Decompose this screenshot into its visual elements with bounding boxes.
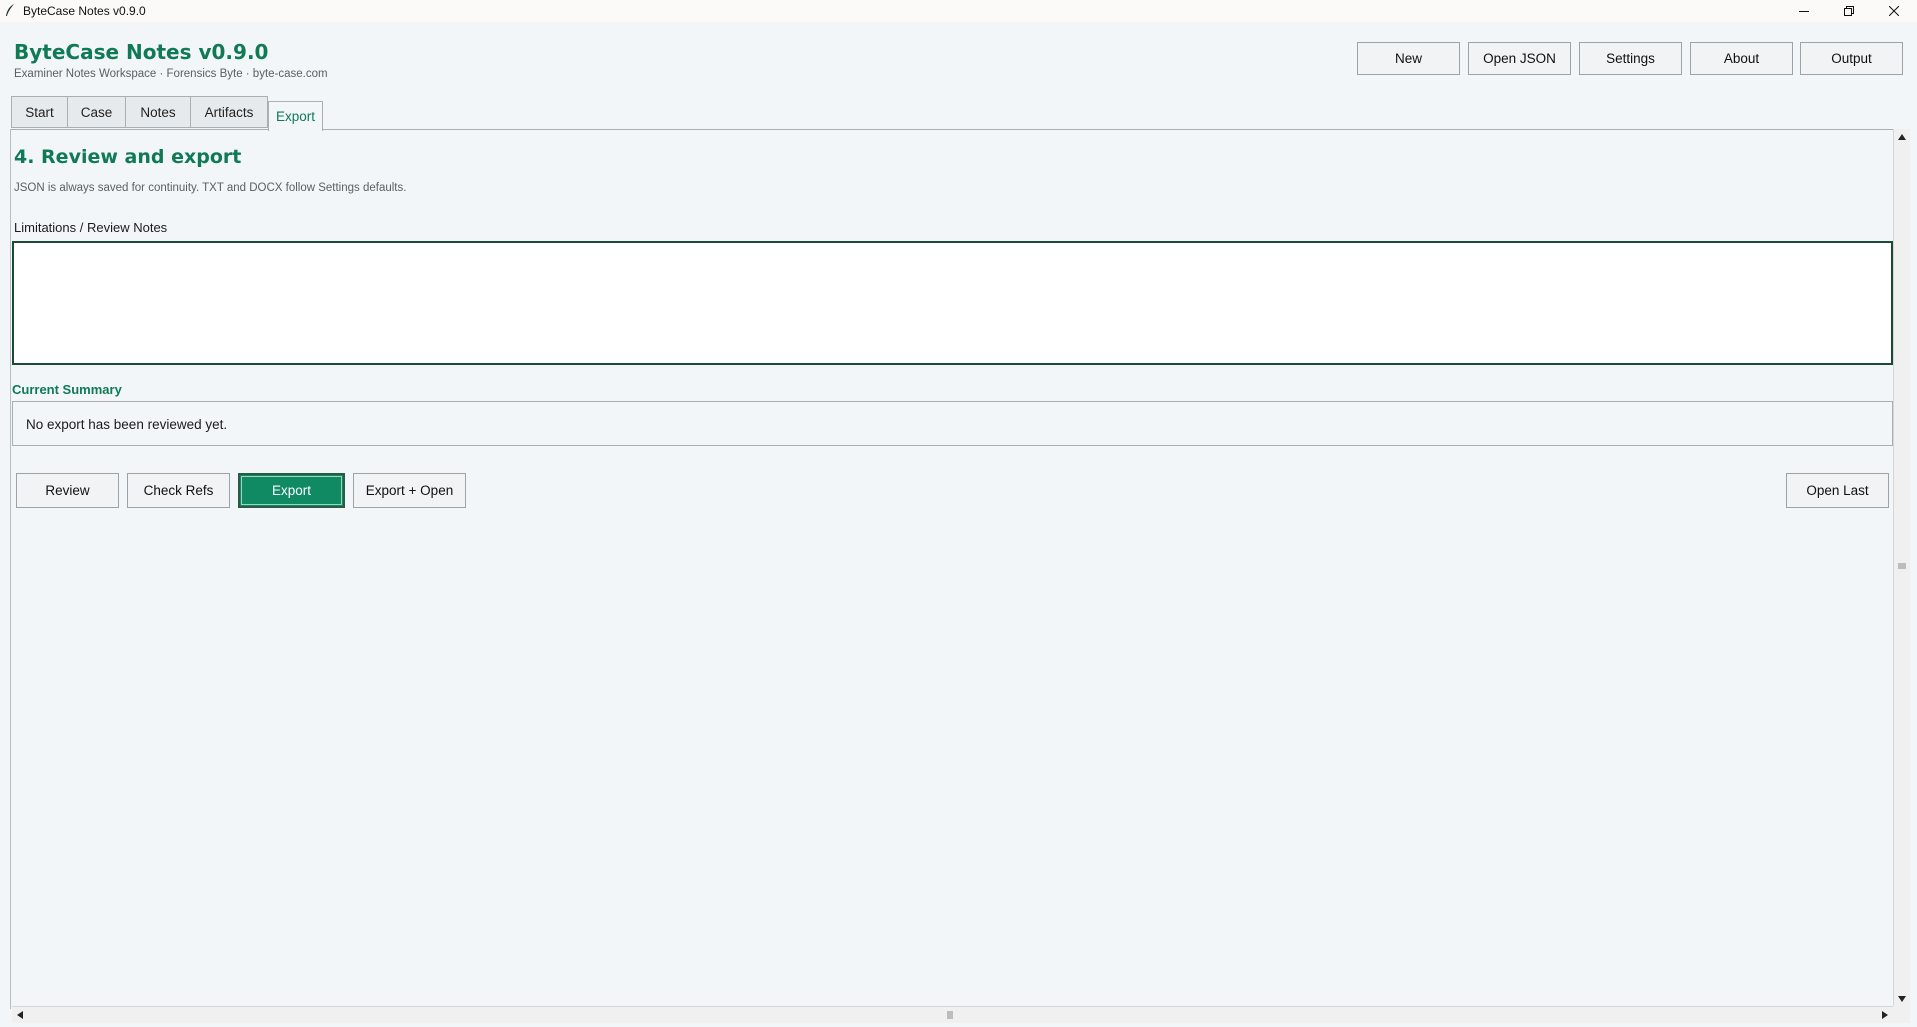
minimize-button[interactable] [1781,0,1827,22]
review-button[interactable]: Review [16,473,119,508]
restore-icon [1844,6,1854,16]
scroll-left-arrow[interactable] [12,1007,28,1023]
app-subtitle: Examiner Notes Workspace · Forensics Byt… [14,68,328,80]
panel-border [10,129,11,1009]
horizontal-scrollbar[interactable] [12,1006,1893,1023]
scroll-down-arrow[interactable] [1894,991,1910,1007]
export-button[interactable]: Export [238,473,345,508]
settings-button[interactable]: Settings [1579,42,1682,75]
window-title: ByteCase Notes v0.9.0 [23,4,146,18]
minimize-icon [1799,11,1809,12]
vertical-scrollbar[interactable] [1893,129,1910,1007]
review-notes-textarea[interactable] [12,241,1893,365]
close-icon [1889,6,1899,16]
triangle-down-icon [1898,996,1906,1002]
section-description: JSON is always saved for continuity. TXT… [14,182,407,194]
review-notes-label: Limitations / Review Notes [14,220,168,235]
app-title: ByteCase Notes v0.9.0 [14,40,269,64]
quill-icon [6,4,14,16]
new-button[interactable]: New [1357,42,1460,75]
scrollbar-corner [1893,1006,1910,1023]
scroll-grip-icon [947,1011,953,1019]
triangle-left-icon [17,1011,23,1019]
scroll-up-arrow[interactable] [1894,129,1910,145]
open-json-button[interactable]: Open JSON [1468,42,1571,75]
tab-start[interactable]: Start [11,96,68,128]
summary-text: No export has been reviewed yet. [26,417,228,432]
scroll-grip-icon [1898,563,1906,569]
about-button[interactable]: About [1690,42,1793,75]
tab-case[interactable]: Case [67,96,126,128]
triangle-right-icon [1882,1011,1888,1019]
summary-box: No export has been reviewed yet. [12,401,1893,446]
tab-export[interactable]: Export [268,101,323,131]
restore-button[interactable] [1826,0,1872,22]
window-titlebar: ByteCase Notes v0.9.0 [0,0,1917,22]
scroll-right-arrow[interactable] [1877,1007,1893,1023]
tab-artifacts[interactable]: Artifacts [190,96,268,128]
close-button[interactable] [1871,0,1917,22]
export-open-button[interactable]: Export + Open [353,473,466,508]
output-button[interactable]: Output [1800,42,1903,75]
open-last-button[interactable]: Open Last [1786,473,1889,508]
section-title: 4. Review and export [14,146,242,168]
triangle-up-icon [1898,134,1906,140]
check-refs-button[interactable]: Check Refs [127,473,230,508]
tab-notes[interactable]: Notes [125,96,191,128]
summary-label: Current Summary [12,382,122,397]
